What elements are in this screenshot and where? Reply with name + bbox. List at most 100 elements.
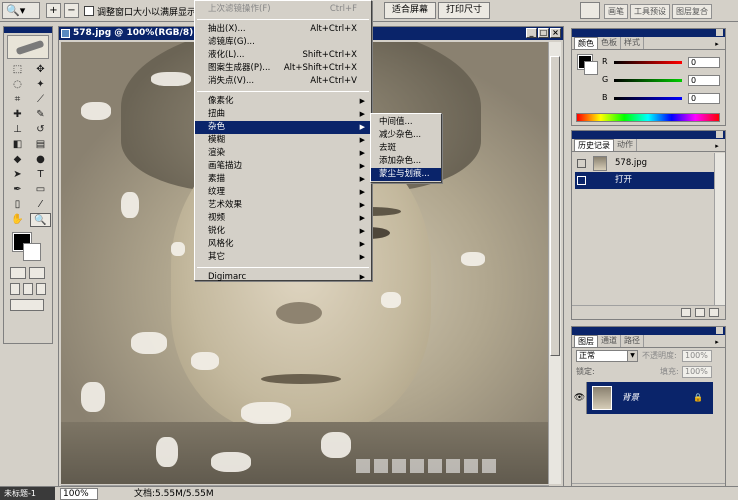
eraser-tool-icon[interactable]: ◧ — [7, 138, 28, 152]
healing-brush-icon[interactable]: ✚ — [7, 108, 28, 122]
clone-stamp-icon[interactable]: ⊥ — [7, 123, 28, 137]
close-button[interactable]: × — [550, 28, 561, 38]
brush-tool-icon[interactable]: ✎ — [30, 108, 51, 122]
tab-paths[interactable]: 路径 — [621, 335, 644, 347]
history-state-open[interactable]: 打开 — [575, 172, 722, 189]
filter-menu-item[interactable]: 模糊 ▶ — [195, 134, 371, 147]
chevron-down-icon[interactable]: ▼ — [627, 351, 637, 361]
tab-layers[interactable]: 图层 — [574, 335, 598, 347]
filter-menu-item[interactable]: 风格化 ▶ — [195, 238, 371, 251]
palette-title-bar[interactable] — [572, 29, 725, 37]
notes-tool-icon[interactable]: ▯ — [7, 198, 28, 212]
filter-menu-item[interactable]: 像素化 ▶ — [195, 95, 371, 108]
file-browser-icon[interactable] — [580, 2, 600, 19]
zoom-in-button[interactable]: + — [46, 3, 61, 18]
path-selection-icon[interactable]: ➤ — [7, 168, 28, 182]
move-tool-icon[interactable]: ✥ — [30, 63, 51, 77]
fit-window-checkbox[interactable]: 调整窗口大小以满屏显示 — [84, 4, 196, 18]
gradient-tool-icon[interactable]: ▤ — [30, 138, 51, 152]
g-value-field[interactable]: 0 — [688, 75, 720, 86]
filter-menu-item[interactable]: 视频 ▶ — [195, 212, 371, 225]
b-value-field[interactable]: 0 — [688, 93, 720, 104]
filter-menu-item[interactable]: 画笔描边 ▶ — [195, 160, 371, 173]
zoom-tool-icon[interactable]: 🔍 — [30, 213, 51, 227]
history-brush-icon[interactable]: ↺ — [30, 123, 51, 137]
print-size-button[interactable]: 打印尺寸 — [438, 2, 490, 19]
filter-menu-item[interactable]: 纹理 ▶ — [195, 186, 371, 199]
quick-mask-icon[interactable] — [29, 267, 45, 279]
magic-wand-tool-icon[interactable]: ✦ — [30, 78, 51, 92]
noise-submenu-item[interactable]: 去斑 — [371, 142, 441, 155]
slice-tool-icon[interactable]: ⟋ — [30, 93, 51, 107]
checkbox-box[interactable] — [84, 6, 94, 16]
maximize-button[interactable]: □ — [538, 28, 549, 38]
tab-actions[interactable]: 动作 — [614, 139, 637, 151]
history-scrollbar[interactable] — [714, 153, 725, 305]
minimized-document-button[interactable]: 未标题-1 — [0, 487, 55, 500]
lasso-tool-icon[interactable]: ◌ — [7, 78, 28, 92]
noise-submenu-item[interactable]: 减少杂色... — [371, 129, 441, 142]
history-brush-source-icon[interactable] — [577, 176, 586, 185]
filter-menu-item[interactable]: 杂色 ▶ — [195, 121, 371, 134]
r-value-field[interactable]: 0 — [688, 57, 720, 68]
layer-row-background[interactable]: 👁 背景 🔒 — [573, 382, 713, 414]
fill-field[interactable]: 100% — [682, 366, 712, 378]
dodge-tool-icon[interactable]: ● — [30, 153, 51, 167]
minimize-button[interactable]: _ — [526, 28, 537, 38]
tab-history[interactable]: 历史记录 — [574, 139, 614, 151]
delete-state-icon[interactable] — [709, 308, 719, 317]
palette-title-bar[interactable] — [572, 131, 725, 139]
blend-mode-select[interactable]: 正常 ▼ — [576, 350, 638, 362]
noise-submenu-item[interactable]: 添加杂色... — [371, 155, 441, 168]
jump-to-imageready-icon[interactable] — [10, 299, 44, 311]
screen-mode-standard-icon[interactable] — [10, 283, 20, 295]
background-color[interactable] — [23, 243, 41, 261]
palette-close-icon[interactable] — [716, 327, 723, 334]
type-tool-icon[interactable]: T — [30, 168, 51, 182]
tab-styles[interactable]: 样式 — [621, 37, 644, 49]
filter-menu-item[interactable]: 消失点(V)... Alt+Ctrl+V — [195, 75, 371, 88]
palette-menu-icon[interactable]: ▸ — [712, 39, 722, 49]
palette-background-color[interactable] — [584, 61, 598, 75]
palette-menu-icon[interactable]: ▸ — [712, 141, 722, 151]
zoom-field[interactable]: 100% — [60, 488, 98, 500]
palette-title-bar[interactable] — [572, 327, 725, 335]
filter-menu-item[interactable]: 抽出(X)... Alt+Ctrl+X — [195, 23, 371, 36]
filter-menu-item[interactable]: 扭曲 ▶ — [195, 108, 371, 121]
blur-tool-icon[interactable]: ◆ — [7, 153, 28, 167]
palette-menu-icon[interactable]: ▸ — [712, 337, 722, 347]
toolbox-title-bar[interactable] — [4, 27, 52, 33]
filter-menu-item[interactable]: Digimarc ▶ — [195, 271, 371, 284]
screen-mode-full-icon[interactable] — [36, 283, 46, 295]
filter-menu-item[interactable]: 其它 ▶ — [195, 251, 371, 264]
palette-close-icon[interactable] — [716, 131, 723, 138]
new-document-from-state-icon[interactable] — [681, 308, 691, 317]
filter-menu-item[interactable]: 艺术效果 ▶ — [195, 199, 371, 212]
photoshop-logo[interactable] — [7, 35, 49, 59]
r-slider[interactable] — [614, 61, 682, 64]
screen-mode-menu-icon[interactable] — [23, 283, 33, 295]
noise-submenu-item[interactable]: 蒙尘与划痕... — [371, 168, 441, 181]
tab-swatches[interactable]: 色板 — [598, 37, 621, 49]
tab-color[interactable]: 颜色 — [574, 37, 598, 49]
pen-tool-icon[interactable]: ✒ — [7, 183, 28, 197]
vertical-scrollbar[interactable] — [548, 42, 561, 484]
hand-tool-icon[interactable]: ✋ — [7, 213, 28, 227]
tab-channels[interactable]: 通道 — [598, 335, 621, 347]
palette-close-icon[interactable] — [716, 29, 723, 36]
zoom-out-button[interactable]: − — [64, 3, 79, 18]
filter-menu-item[interactable]: 渲染 ▶ — [195, 147, 371, 160]
filter-menu-item[interactable]: 锐化 ▶ — [195, 225, 371, 238]
filter-menu-item[interactable]: 滤镜库(G)... — [195, 36, 371, 49]
well-tab-brushes[interactable]: 画笔 — [604, 4, 628, 19]
history-snapshot[interactable]: 578.jpg — [575, 155, 722, 172]
shape-tool-icon[interactable]: ▭ — [30, 183, 51, 197]
new-snapshot-icon[interactable] — [695, 308, 705, 317]
filter-menu-item[interactable]: 素描 ▶ — [195, 173, 371, 186]
filter-menu-item[interactable]: 液化(L)... Shift+Ctrl+X — [195, 49, 371, 62]
fit-screen-button[interactable]: 适合屏幕 — [384, 2, 436, 19]
eyedropper-tool-icon[interactable]: ⁄ — [30, 198, 51, 212]
history-brush-source-icon[interactable] — [577, 159, 586, 168]
filter-menu-item[interactable]: 图案生成器(P)... Alt+Shift+Ctrl+X — [195, 62, 371, 75]
well-tab-tool-presets[interactable]: 工具预设 — [630, 4, 670, 19]
